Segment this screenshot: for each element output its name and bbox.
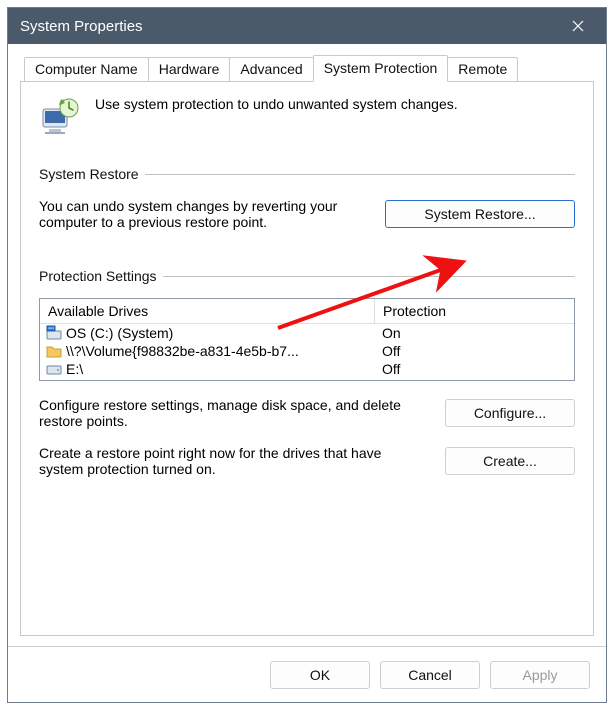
drive-protection: On <box>382 325 401 341</box>
tab-strip: Computer Name Hardware Advanced System P… <box>20 54 594 81</box>
system-restore-group: System Restore You can undo system chang… <box>39 166 575 240</box>
drive-name: \\?\Volume{f98832be-a831-4e5b-b7... <box>66 343 299 359</box>
disk-system-icon <box>46 325 62 341</box>
drive-protection: Off <box>382 361 400 377</box>
drives-table: Available Drives Protection <box>39 298 575 381</box>
table-row[interactable]: OS (C:) (System) On <box>40 324 574 342</box>
table-row[interactable]: E:\ Off <box>40 360 574 378</box>
tab-advanced[interactable]: Advanced <box>229 57 313 84</box>
col-available-drives[interactable]: Available Drives <box>40 299 374 324</box>
table-row[interactable]: \\?\Volume{f98832be-a831-4e5b-b7... Off <box>40 342 574 360</box>
dialog-footer: OK Cancel Apply <box>8 646 606 702</box>
folder-icon <box>46 343 62 359</box>
tab-computer-name[interactable]: Computer Name <box>24 57 149 84</box>
window-title: System Properties <box>20 18 562 35</box>
create-desc: Create a restore point right now for the… <box>39 445 429 477</box>
tab-system-protection[interactable]: System Protection <box>313 55 449 82</box>
close-button[interactable] <box>562 10 594 42</box>
cancel-button[interactable]: Cancel <box>380 661 480 689</box>
protection-settings-group: Protection Settings Available Drives Pro… <box>39 268 575 487</box>
apply-button[interactable]: Apply <box>490 661 590 689</box>
system-properties-window: System Properties Computer Name Hardware… <box>7 7 607 703</box>
drive-protection: Off <box>382 343 400 359</box>
system-protection-icon <box>39 96 81 138</box>
dialog-body: Computer Name Hardware Advanced System P… <box>8 44 606 646</box>
configure-row: Configure restore settings, manage disk … <box>39 397 575 429</box>
intro-text: Use system protection to undo unwanted s… <box>95 96 575 112</box>
close-icon <box>572 20 584 32</box>
create-row: Create a restore point right now for the… <box>39 445 575 477</box>
col-protection[interactable]: Protection <box>374 299 574 324</box>
configure-button[interactable]: Configure... <box>445 399 575 427</box>
tab-panel-system-protection: Use system protection to undo unwanted s… <box>20 81 594 636</box>
tab-hardware[interactable]: Hardware <box>148 57 231 84</box>
tab-remote[interactable]: Remote <box>447 57 518 84</box>
protection-settings-legend: Protection Settings <box>39 268 163 284</box>
system-restore-legend: System Restore <box>39 166 145 182</box>
drive-name: OS (C:) (System) <box>66 325 173 341</box>
drive-name: E:\ <box>66 361 83 377</box>
create-button[interactable]: Create... <box>445 447 575 475</box>
system-restore-desc: You can undo system changes by reverting… <box>39 198 369 230</box>
drives-table-header: Available Drives Protection <box>40 299 574 324</box>
ok-button[interactable]: OK <box>270 661 370 689</box>
system-restore-button[interactable]: System Restore... <box>385 200 575 228</box>
disk-icon <box>46 361 62 377</box>
intro-row: Use system protection to undo unwanted s… <box>39 96 575 138</box>
configure-desc: Configure restore settings, manage disk … <box>39 397 429 429</box>
titlebar: System Properties <box>8 8 606 44</box>
